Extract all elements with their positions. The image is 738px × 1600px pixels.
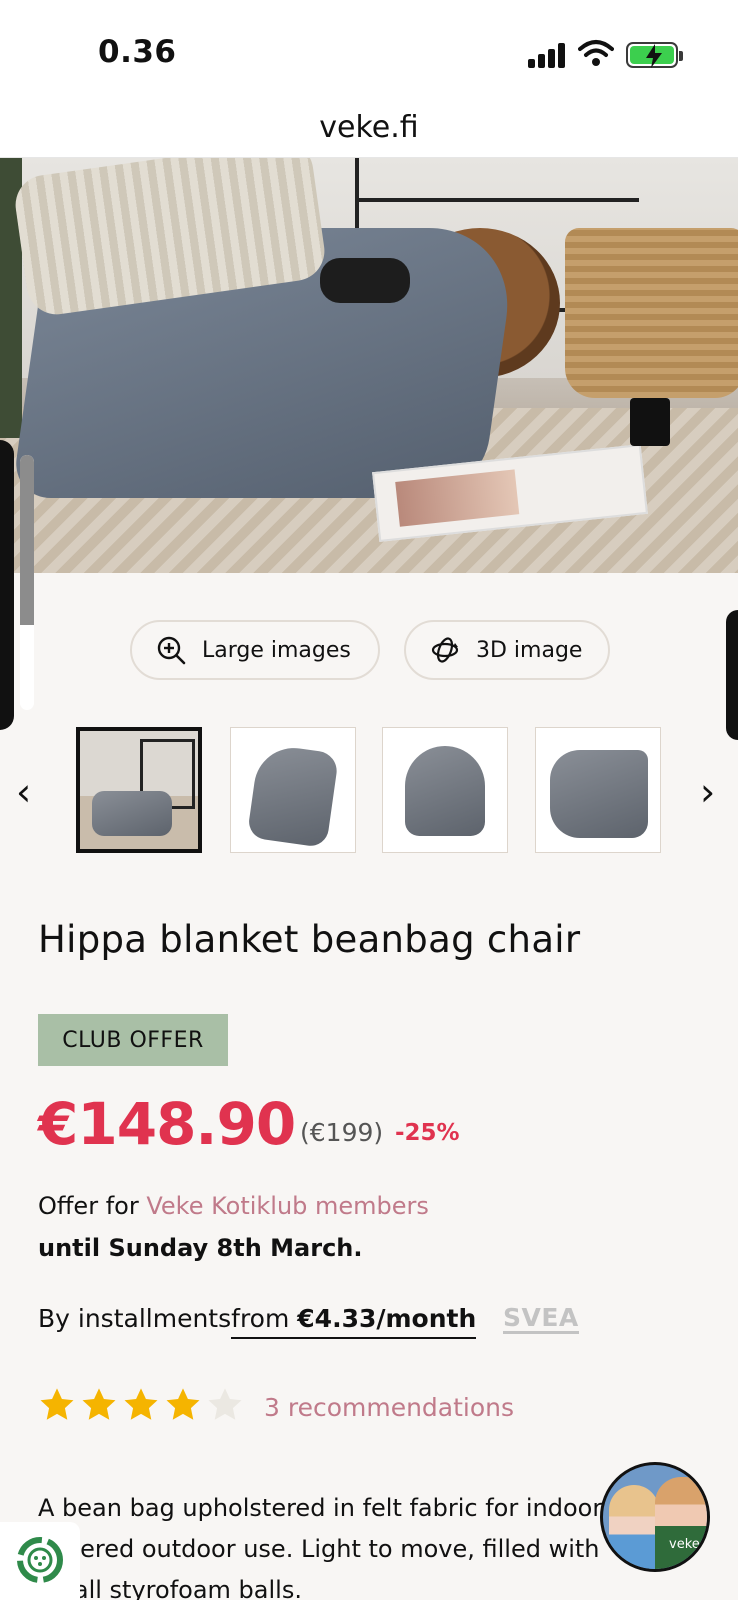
recycle-icon (17, 1537, 63, 1583)
current-price: €148.90 (38, 1090, 296, 1158)
large-images-label: Large images (202, 637, 351, 663)
zoom-in-icon (157, 636, 186, 665)
address-bar[interactable]: veke.fi (0, 100, 738, 158)
cellular-signal-icon (528, 40, 568, 68)
image-scrollbar[interactable] (20, 455, 34, 710)
discount-percent: -25% (395, 1120, 460, 1146)
thumbnail-2[interactable] (230, 727, 356, 853)
3d-image-label: 3D image (476, 637, 583, 663)
status-bar: 0.36 (0, 0, 738, 100)
product-main-image[interactable] (0, 158, 738, 573)
url-text: veke.fi (319, 110, 419, 145)
thumbnail-next-chevron-icon[interactable]: › (700, 770, 715, 814)
original-price: (€199) (300, 1118, 384, 1147)
recommendations-link[interactable]: 3 recommendations (264, 1393, 514, 1422)
battery-icon (626, 42, 683, 68)
star-filled-icon (124, 1388, 158, 1420)
screen-edge-left (0, 440, 14, 730)
recycle-badge[interactable] (0, 1522, 80, 1600)
screen-edge-right (726, 610, 738, 740)
thumbnail-3[interactable] (382, 727, 508, 853)
star-filled-icon (82, 1388, 116, 1420)
installments-amount: €4.33/month (297, 1304, 477, 1333)
thumbnail-4[interactable] (535, 727, 661, 853)
product-title: Hippa blanket beanbag chair (38, 918, 581, 961)
offer-until: until Sunday 8th March. (38, 1234, 363, 1262)
star-filled-icon (166, 1388, 200, 1420)
image-scrollbar-thumb[interactable] (20, 455, 34, 625)
customer-chat-button[interactable]: veke (600, 1462, 710, 1572)
avatar-brand-text: veke (669, 1537, 700, 1552)
star-empty-icon (208, 1388, 242, 1420)
charging-bolt-icon (646, 44, 662, 68)
svea-logo: SVEA (503, 1303, 579, 1334)
installments-from: from (231, 1304, 298, 1333)
offer-line: Offer for Veke Kotiklub members (38, 1192, 429, 1220)
product-description: A bean bag upholstered in felt fabric fo… (38, 1494, 635, 1600)
club-offer-badge: CLUB OFFER (38, 1014, 228, 1066)
installments-prefix: By installments (38, 1304, 232, 1333)
installments-line: By installments from €4.33/month (38, 1304, 477, 1339)
kotiklub-link[interactable]: Veke Kotiklub members (146, 1192, 429, 1220)
installments-link[interactable]: from €4.33/month (231, 1304, 477, 1339)
3d-image-button[interactable]: 3D image (404, 620, 610, 680)
thumbnail-prev-chevron-icon[interactable]: ‹ (16, 770, 31, 814)
large-images-button[interactable]: Large images (130, 620, 380, 680)
rotate-3d-icon (431, 637, 459, 663)
rating-stars[interactable] (38, 1386, 244, 1424)
offer-prefix: Offer for (38, 1192, 147, 1220)
wifi-icon (578, 40, 614, 66)
star-filled-icon (40, 1388, 74, 1420)
thumbnail-1[interactable] (76, 727, 202, 853)
status-time: 0.36 (98, 34, 177, 70)
